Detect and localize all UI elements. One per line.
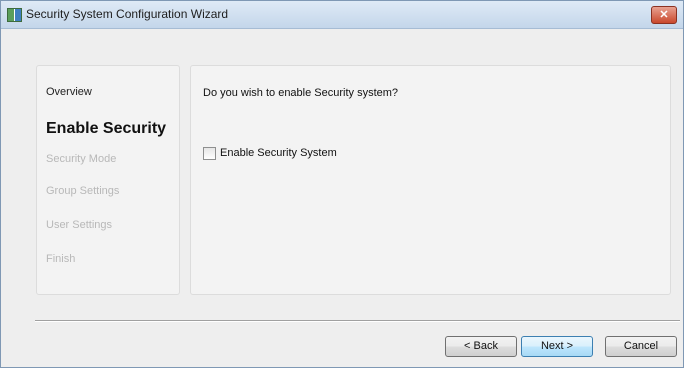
enable-security-checkbox[interactable]	[203, 147, 216, 160]
step-user-settings: User Settings	[46, 219, 113, 231]
wizard-steps-panel: Overview Enable Security Security Mode G…	[36, 65, 180, 295]
step-content-panel: Do you wish to enable Security system? E…	[190, 65, 671, 295]
step-finish: Finish	[46, 253, 76, 265]
cancel-button[interactable]: Cancel	[605, 336, 677, 357]
close-button[interactable]: ✕	[651, 6, 677, 24]
app-icon	[7, 8, 22, 22]
enable-security-checkbox-label[interactable]: Enable Security System	[220, 147, 337, 159]
wizard-window: Security System Configuration Wizard ✕ O…	[0, 0, 684, 368]
enable-question: Do you wish to enable Security system?	[203, 87, 399, 99]
button-separator	[35, 320, 680, 322]
step-enable-security: Enable Security	[46, 120, 167, 137]
window-title: Security System Configuration Wizard	[26, 7, 229, 21]
title-bar[interactable]: Security System Configuration Wizard ✕	[1, 1, 683, 29]
close-icon: ✕	[659, 9, 669, 21]
back-button[interactable]: < Back	[445, 336, 517, 357]
step-overview[interactable]: Overview	[46, 86, 92, 98]
step-security-mode: Security Mode	[46, 153, 117, 165]
next-button[interactable]: Next >	[521, 336, 593, 357]
step-group-settings: Group Settings	[46, 185, 120, 197]
